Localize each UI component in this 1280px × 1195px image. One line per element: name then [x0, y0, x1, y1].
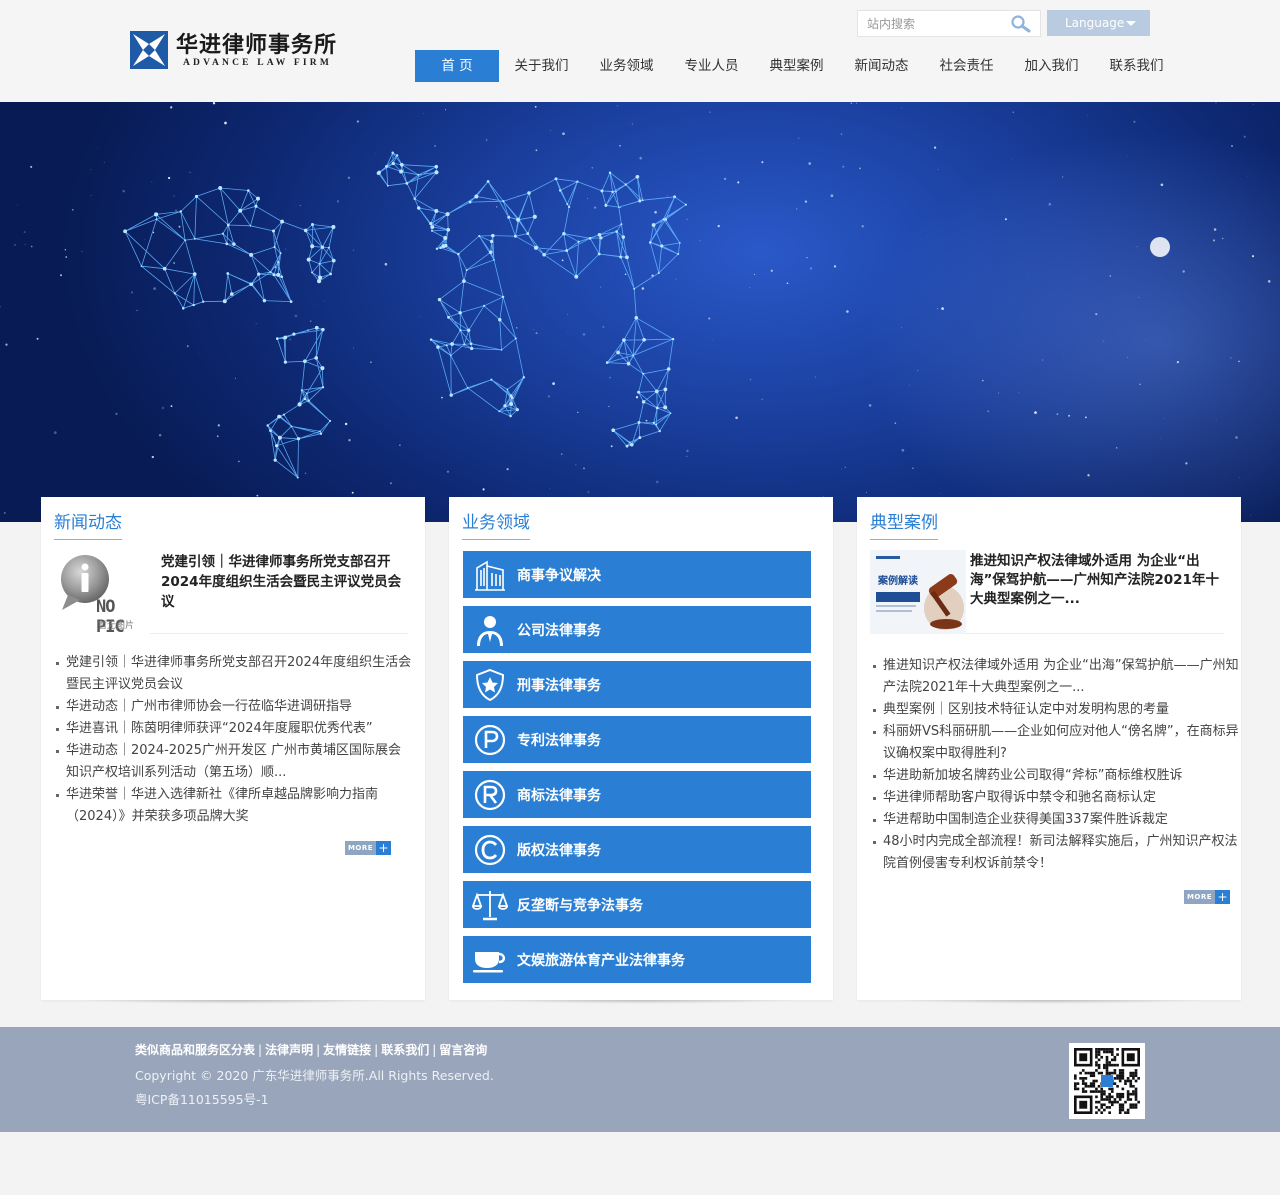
service-list: 商事争议解决 公司法律事务 刑事法律事务 专利法律事务 商标法律事务 版权法律事…: [463, 551, 811, 991]
service-item-antitrust[interactable]: 反垄断与竞争法事务: [463, 881, 811, 928]
copyright-text: Copyright © 2020 广东华进律师事务所.All Rights Re…: [135, 1068, 494, 1083]
plus-icon: +: [376, 841, 391, 855]
world-network-map-image: [0, 102, 1271, 522]
hero-banner: [0, 102, 1280, 522]
caret-down-icon: [1126, 21, 1136, 26]
main-nav: 首 页 关于我们 业务领域 专业人员 典型案例 新闻动态 社会责任 加入我们 联…: [415, 50, 1179, 82]
logo-name-cn: 华进律师事务所: [176, 31, 338, 58]
case-list: 推进知识产权法律域外适用 为企业“出海”保驾护航——广州知产法院2021年十大典…: [871, 655, 1241, 875]
case-list-item[interactable]: 华进助新加坡名牌药业公司取得“斧标”商标维权胜诉: [871, 765, 1241, 787]
news-list-item[interactable]: 华进喜讯｜陈茵明律师获评“2024年度履职优秀代表”: [54, 718, 412, 740]
case-feature[interactable]: 案例解读 推进知识产权法律域外适用 为企业“出海”保驾护航——广州知产法院202…: [870, 550, 1224, 634]
service-item-corporate[interactable]: 公司法律事务: [463, 606, 811, 653]
case-list-item[interactable]: 推进知识产权法律域外适用 为企业“出海”保驾护航——广州知产法院2021年十大典…: [871, 655, 1241, 699]
service-item-criminal[interactable]: 刑事法律事务: [463, 661, 811, 708]
registered-icon: [463, 771, 517, 818]
patent-icon: [463, 716, 517, 763]
news-feature-title[interactable]: 党建引领｜华进律师事务所党支部召开2024年度组织生活会暨民主评议党员会议: [161, 552, 411, 612]
panel-shadow: [41, 1000, 425, 1006]
copyright-icon: [463, 826, 517, 873]
site-footer: 类似商品和服务区分表 | 法律声明 | 友情链接 | 联系我们 | 留言咨询 Copyright…: [0, 1027, 1280, 1132]
scales-icon: [463, 881, 517, 928]
cup-icon: [463, 936, 517, 983]
no-pic-text: NO PIC: [96, 597, 125, 637]
cases-panel-title[interactable]: 典型案例: [870, 511, 938, 540]
logo-name-en: ADVANCE LAW FIRM: [183, 57, 333, 68]
qr-code-image: [1069, 1043, 1145, 1119]
footer-links: 类似商品和服务区分表 | 法律声明 | 友情链接 | 联系我们 | 留言咨询: [135, 1043, 488, 1057]
service-label: 专利法律事务: [517, 732, 601, 749]
service-label: 公司法律事务: [517, 622, 601, 639]
nav-item-cases[interactable]: 典型案例: [754, 50, 839, 82]
nav-item-professionals[interactable]: 专业人员: [669, 50, 754, 82]
service-label: 反垄断与竞争法事务: [517, 897, 643, 914]
nav-item-contact[interactable]: 联系我们: [1094, 50, 1179, 82]
case-feature-title[interactable]: 推进知识产权法律域外适用 为企业“出海”保驾护航——广州知产法院2021年十大典…: [970, 552, 1232, 609]
news-feature[interactable]: NO PIC 暂无图片 党建引领｜华进律师事务所党支部召开2024年度组织生活会…: [54, 550, 411, 637]
person-icon: [463, 606, 517, 653]
case-feature-thumbnail[interactable]: 案例解读: [870, 550, 966, 634]
nav-item-about[interactable]: 关于我们: [499, 50, 584, 82]
service-label: 商标法律事务: [517, 787, 601, 804]
nav-item-practice-areas[interactable]: 业务领域: [584, 50, 669, 82]
cases-panel: 典型案例 案例解读 推进知识产权法律域外适用 为企业“出海”保驾护航——广州知产…: [857, 497, 1241, 1000]
news-more-button[interactable]: MORE +: [345, 841, 391, 855]
news-list-item[interactable]: 华进动态｜2024-2025广州开发区 广州市黄埔区国际展会知识产权培训系列活动…: [54, 740, 412, 784]
nav-item-home[interactable]: 首 页: [415, 50, 499, 82]
search-input[interactable]: [858, 11, 1008, 36]
case-list-item[interactable]: 华进律师帮助客户取得诉中禁令和驰名商标认定: [871, 787, 1241, 809]
panel-shadow: [857, 1000, 1241, 1006]
panel-shadow: [449, 1000, 833, 1006]
service-item-commercial-dispute[interactable]: 商事争议解决: [463, 551, 811, 598]
service-item-trademark[interactable]: 商标法律事务: [463, 771, 811, 818]
case-list-item[interactable]: 典型案例｜区别技术特征认定中对发明构思的考量: [871, 699, 1241, 721]
footer-link-contact[interactable]: 联系我们: [381, 1043, 429, 1057]
logo-mark-icon: [130, 31, 168, 69]
service-item-entertainment-tourism-sports[interactable]: 文娱旅游体育产业法律事务: [463, 936, 811, 983]
news-list-item[interactable]: 华进动态｜广州市律师协会一行莅临华进调研指导: [54, 696, 412, 718]
news-list-item[interactable]: 党建引领｜华进律师事务所党支部召开2024年度组织生活会暨民主评议党员会议: [54, 652, 412, 696]
case-list-item[interactable]: 48小时内完成全部流程！新司法解释实施后，广州知识产权法院首例侵害专利权诉前禁令…: [871, 831, 1241, 875]
cases-more-button[interactable]: MORE +: [1184, 890, 1230, 904]
nav-item-join-us[interactable]: 加入我们: [1009, 50, 1094, 82]
no-picture-placeholder-image[interactable]: NO PIC 暂无图片: [54, 550, 150, 637]
plus-icon: +: [1215, 890, 1230, 904]
nav-item-social-responsibility[interactable]: 社会责任: [924, 50, 1009, 82]
language-label: Language: [1065, 16, 1125, 30]
more-label: MORE: [347, 844, 374, 852]
service-label: 版权法律事务: [517, 842, 601, 859]
shield-star-icon: [463, 661, 517, 708]
icp-record[interactable]: 粤ICP备11015595号-1: [135, 1089, 269, 1108]
footer-link-legal-notice[interactable]: 法律声明: [265, 1043, 313, 1057]
services-panel-title[interactable]: 业务领域: [462, 511, 530, 540]
footer-link-message[interactable]: 留言咨询: [439, 1043, 487, 1057]
case-thumbnail-caption: 案例解读: [878, 576, 918, 587]
services-panel: 业务领域 商事争议解决 公司法律事务 刑事法律事务 专利法律事务 商标法律事务 …: [449, 497, 833, 1000]
site-header: 华进律师事务所 ADVANCE LAW FIRM Language 首 页 关于…: [0, 0, 1280, 102]
footer-link-friendly-links[interactable]: 友情链接: [323, 1043, 371, 1057]
case-list-item[interactable]: 科丽妍VS科丽研肌——企业如何应对他人“傍名牌”，在商标异议确权案中取得胜利?: [871, 721, 1241, 765]
service-label: 文娱旅游体育产业法律事务: [517, 952, 685, 969]
service-label: 商事争议解决: [517, 567, 601, 584]
no-pic-subtext: 暂无图片: [98, 621, 135, 631]
language-selector[interactable]: Language: [1047, 10, 1150, 36]
news-panel: 新闻动态 NO PIC 暂无图片 党建引领｜华进律师事务所党支部召开2024年度…: [41, 497, 425, 1000]
service-item-copyright[interactable]: 版权法律事务: [463, 826, 811, 873]
service-label: 刑事法律事务: [517, 677, 601, 694]
more-label: MORE: [1186, 893, 1213, 901]
footer-link-goods-classification[interactable]: 类似商品和服务区分表: [135, 1043, 255, 1057]
news-list: 党建引领｜华进律师事务所党支部召开2024年度组织生活会暨民主评议党员会议 华进…: [54, 652, 412, 828]
service-item-patent[interactable]: 专利法律事务: [463, 716, 811, 763]
search-icon[interactable]: [1010, 15, 1032, 33]
news-list-item[interactable]: 华进荣誉｜华进入选律新社《律所卓越品牌影响力指南（2024）》并荣获多项品牌大奖: [54, 784, 412, 828]
site-search: [857, 10, 1041, 37]
building-icon: [463, 551, 517, 598]
site-logo[interactable]: 华进律师事务所 ADVANCE LAW FIRM: [130, 29, 340, 71]
case-list-item[interactable]: 华进帮助中国制造企业获得美国337案件胜诉裁定: [871, 809, 1241, 831]
news-panel-title[interactable]: 新闻动态: [54, 511, 122, 540]
nav-item-news[interactable]: 新闻动态: [839, 50, 924, 82]
